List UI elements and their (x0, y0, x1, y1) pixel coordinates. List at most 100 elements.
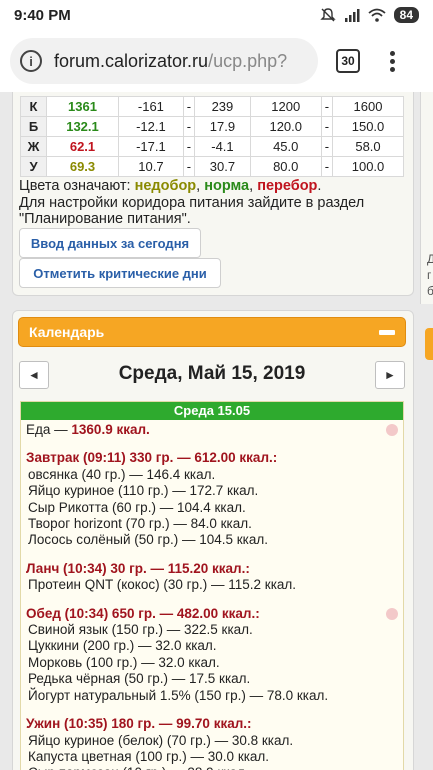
legend-under: недобор (134, 178, 197, 194)
norms-dash: - (320, 136, 334, 157)
side-panel-edge: Д г б (420, 92, 433, 304)
norms-dash: - (320, 156, 334, 177)
norms-range-min: 120.0 (249, 116, 322, 137)
norms-range-max: 1600 (332, 96, 404, 117)
norms-range-min: 45.0 (249, 136, 322, 157)
norms-range-max: 58.0 (332, 136, 404, 157)
meal-heading[interactable]: Ланч (10:34) 30 гр. — 115.20 ккал.: (26, 561, 398, 577)
nutrition-panel: К 1361 -161-239 1200-1600 Б 132.1 -12.1-17.9 12… (12, 92, 414, 296)
food-total-label: Еда — (26, 422, 72, 437)
norms-row: Ж 62.1 -17.1- -4.1 45.0-58.0 (20, 136, 404, 157)
meal-heading[interactable]: Завтрак (09:11) 330 гр. — 612.00 ккал.: (26, 450, 398, 466)
meal-item: овсянка (40 гр.) — 146.4 ккал. (28, 466, 216, 482)
next-day-button[interactable]: ► (375, 361, 405, 389)
status-time: 9:40 PM (14, 6, 71, 24)
meal-item: Творог horizont (70 гр.) — 84.0 ккал. (28, 516, 252, 532)
norms-delta-min: -12.1 (118, 116, 184, 137)
side-char-2: г (427, 268, 432, 282)
legend-end: . (317, 178, 322, 194)
norms-delta-max: 239 (194, 96, 251, 117)
side-panel-header-edge (425, 328, 433, 360)
calendar-panel: Календарь ◄ Среда, Май 15, 2019 ► Среда … (12, 310, 414, 770)
norms-dash: - (182, 116, 196, 137)
norms-delta-min: -161 (118, 96, 184, 117)
meal-item: Яйцо куриное (110 гр.) — 172.7 ккал. (28, 483, 259, 499)
page-content: К 1361 -161-239 1200-1600 Б 132.1 -12.1-17.9 12… (0, 92, 433, 770)
legend-over: перебор (257, 178, 318, 194)
calendar-date: Среда, Май 15, 2019 (118, 363, 306, 384)
meal-item: Морковь (100 гр.) — 32.0 ккал. (28, 654, 220, 670)
meal-heading[interactable]: Ужин (10:35) 180 гр. — 99.70 ккал.: (26, 716, 398, 732)
norms-row: Б 132.1 -12.1-17.9 120.0-150.0 (20, 116, 404, 137)
mute-icon (319, 8, 336, 22)
norms-dash: - (182, 156, 196, 177)
browser-toolbar: i forum.calorizator.ru /ucp.php? 30 (0, 30, 433, 92)
url-host: forum.calorizator.ru (54, 50, 209, 71)
norms-delta-max: 30.7 (194, 156, 251, 177)
info-icon[interactable]: i (20, 50, 42, 72)
collapse-icon[interactable] (379, 329, 395, 335)
norms-letter: К (20, 96, 47, 117)
norms-range-max: 100.0 (332, 156, 404, 177)
meal-item: Йогурт натуральный 1.5% (150 гр.) — 78.0… (28, 687, 329, 703)
meal-item: Лосось солёный (50 гр.) — 104.5 ккал. (28, 532, 268, 548)
day-entry: Среда 15.05 Еда — 1360.9 ккал. Завтрак (… (20, 401, 404, 770)
meal-item: Капуста цветная (100 гр.) — 30.0 ккал. (28, 748, 270, 764)
more-menu-icon[interactable] (390, 50, 395, 72)
signal-icon (344, 9, 360, 22)
side-char-1: Д (427, 252, 433, 266)
planning-hint: Для настройки коридора питания зайдите в… (19, 194, 365, 228)
apple-icon (386, 607, 398, 620)
tab-switcher-button[interactable]: 30 (336, 49, 360, 73)
meal-item: Сыр пармезан (10 гр.) — 38.9 ккал. (26, 765, 398, 770)
food-total: Еда — 1360.9 ккал. (26, 422, 398, 438)
battery-icon: 84 (393, 7, 419, 23)
norms-delta-max: -4.1 (194, 136, 251, 157)
norms-range-min: 1200 (249, 96, 322, 117)
url-path: /ucp.php? (208, 50, 288, 71)
norms-letter: Б (20, 116, 47, 137)
prev-day-button[interactable]: ◄ (19, 361, 49, 389)
meal-item: Яйцо куриное (белок) (70 гр.) — 30.8 кка… (28, 732, 294, 748)
norms-delta-max: 17.9 (194, 116, 251, 137)
meal-item: Свиной язык (150 гр.) — 322.5 ккал. (28, 622, 253, 638)
norms-dash: - (182, 96, 196, 117)
norms-dash: - (182, 136, 196, 157)
enter-today-button[interactable]: Ввод данных за сегодня (19, 228, 201, 258)
wifi-icon (368, 8, 386, 22)
calendar-title: Календарь (29, 324, 105, 340)
norms-dash: - (320, 116, 334, 137)
day-body: Еда — 1360.9 ккал. Завтрак (09:11) 330 г… (21, 420, 403, 770)
meal-item: Сыр Рикотта (60 гр.) — 104.4 ккал. (28, 499, 246, 515)
norms-row: К 1361 -161-239 1200-1600 (20, 96, 404, 117)
calendar-header[interactable]: Календарь (18, 317, 406, 347)
norms-value: 1361 (46, 96, 119, 117)
norms-row: У 69.3 10.7-30.7 80.0-100.0 (20, 156, 404, 177)
legend-prefix: Цвета означают: (19, 178, 135, 194)
norms-value: 132.1 (46, 116, 119, 137)
norms-range-max: 150.0 (332, 116, 404, 137)
side-char-3: б (427, 284, 433, 298)
meal-heading[interactable]: Обед (10:34) 650 гр. — 482.00 ккал.: (26, 606, 398, 622)
norms-letter: Ж (20, 136, 47, 157)
norms-range-min: 80.0 (249, 156, 322, 177)
meal-item: Цуккини (200 гр.) — 32.0 ккал. (28, 638, 217, 654)
norms-letter: У (20, 156, 47, 177)
day-title[interactable]: Среда 15.05 (21, 402, 403, 420)
norms-value: 69.3 (46, 156, 119, 177)
meal-item: Протеин QNT (кокос) (30 гр.) — 115.2 кка… (28, 577, 297, 593)
food-total-value: 1360.9 ккал. (71, 422, 150, 437)
status-icons: 84 (319, 7, 419, 23)
address-bar[interactable]: i forum.calorizator.ru /ucp.php? (10, 38, 318, 84)
legend-sep2: , (249, 178, 258, 194)
legend-norm: норма (204, 178, 250, 194)
apple-icon (386, 424, 398, 436)
norms-value: 62.1 (46, 136, 119, 157)
critical-days-button[interactable]: Отметить критические дни (19, 258, 221, 288)
norms-delta-min: -17.1 (118, 136, 184, 157)
norms-delta-min: 10.7 (118, 156, 184, 177)
color-legend: Цвета означают: недобор, норма, перебор.… (19, 178, 411, 228)
meal-item: Редька чёрная (50 гр.) — 17.5 ккал. (28, 671, 251, 687)
norms-dash: - (320, 96, 334, 117)
status-bar: 9:40 PM 84 (0, 0, 433, 30)
